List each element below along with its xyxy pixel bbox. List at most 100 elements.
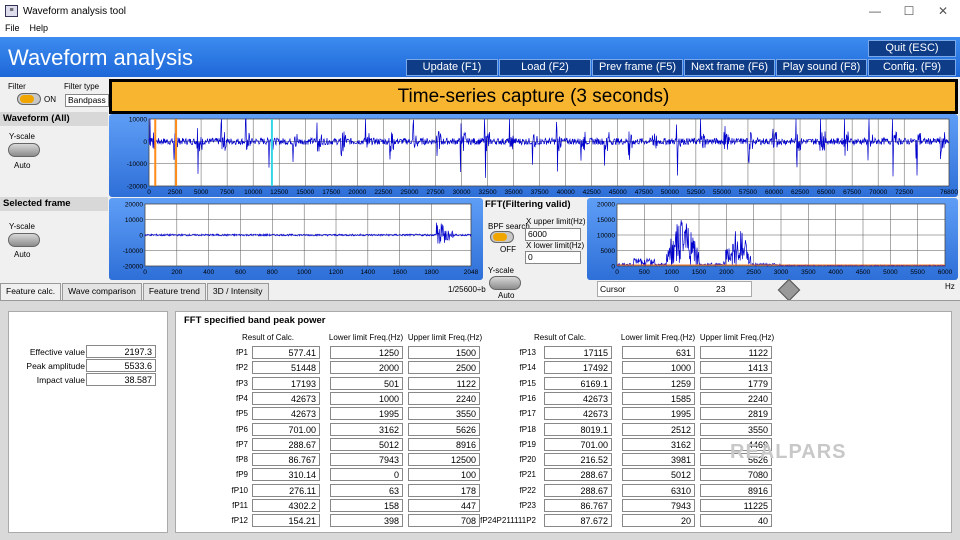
- x-upper-input[interactable]: 6000: [525, 228, 581, 241]
- x-tick-label: 5000: [194, 189, 209, 196]
- band-lower: 1000: [622, 361, 695, 375]
- config-button[interactable]: Config. (F9): [868, 59, 956, 76]
- band-label: fP3: [235, 378, 248, 388]
- filter-label: Filter: [8, 82, 26, 91]
- toggle-knob: [20, 95, 34, 103]
- menu-help[interactable]: Help: [25, 22, 54, 37]
- feature-row: Effective value 2197.3: [9, 345, 167, 359]
- x-tick-label: 5500: [910, 269, 925, 276]
- band-lower: 7943: [330, 453, 403, 467]
- band-result: 216.52: [544, 453, 612, 467]
- band-lower: 1995: [330, 407, 403, 421]
- next-frame-button[interactable]: Next frame (F6): [684, 59, 775, 76]
- feature-label: Impact value: [36, 375, 85, 385]
- band-lower: 20: [622, 514, 695, 528]
- band-result: 42673: [252, 407, 320, 421]
- title-bar: ≡ Waveform analysis tool — ☐ ✕: [0, 0, 960, 22]
- x-tick-label: 12500: [270, 189, 288, 196]
- band-upper: 1779: [700, 376, 772, 390]
- waveform-yscale-value: Auto: [14, 161, 31, 170]
- col-header-result: Result of Calc.: [533, 333, 587, 342]
- band-label: fP14: [519, 363, 536, 373]
- band-upper: 100: [408, 468, 480, 482]
- filter-toggle[interactable]: [17, 93, 41, 105]
- capture-banner: Time-series capture (3 seconds): [109, 79, 958, 114]
- waveform-all-svg: 0 2500 5000 7500 10000 12500 15000 17500 20000 22…: [127, 117, 958, 197]
- band-result: 87.672: [544, 514, 612, 528]
- app-icon: ≡: [5, 5, 18, 17]
- band-upper: 7080: [700, 468, 772, 482]
- maximize-icon[interactable]: ☐: [892, 0, 926, 22]
- x-tick-label: 2500: [746, 269, 761, 276]
- menu-file[interactable]: File: [0, 22, 25, 37]
- tab-3d-intensity[interactable]: 3D / Intensity: [206, 283, 269, 300]
- feature-values-box: Effective value 2197.3 Peak amplitude 55…: [8, 311, 168, 533]
- band-upper: 2500: [408, 361, 480, 375]
- x-tick-label: 42500: [583, 189, 601, 196]
- band-upper: 1500: [408, 346, 480, 359]
- x-tick-label: 2000: [719, 269, 734, 276]
- feature-label: Peak amplitude: [26, 361, 85, 371]
- y-tick-label: 10000: [129, 117, 147, 124]
- minimize-icon[interactable]: —: [858, 0, 892, 22]
- x-tick-label: 2500: [168, 189, 183, 196]
- tab-wave-comparison[interactable]: Wave comparison: [62, 283, 142, 300]
- x-tick-label: 5000: [883, 269, 898, 276]
- band-lower: 3981: [622, 453, 695, 467]
- feature-value: 5533.6: [86, 359, 156, 372]
- x-tick-label: 40000: [557, 189, 575, 196]
- band-result: 17492: [544, 361, 612, 375]
- band-upper: 447: [408, 499, 480, 512]
- x-tick-label: 500: [639, 269, 650, 276]
- filter-type-select[interactable]: Bandpass: [65, 94, 109, 107]
- band-lower: 5012: [330, 437, 403, 451]
- band-label: fP16: [519, 393, 536, 403]
- x-lower-input[interactable]: 0: [525, 251, 581, 264]
- band-label: fP17: [519, 409, 536, 419]
- x-tick-label: 57500: [739, 189, 757, 196]
- cursor-label: Cursor: [600, 284, 626, 294]
- x-tick-label: 76800: [940, 189, 958, 196]
- fft-yscale-knob[interactable]: [489, 276, 521, 290]
- waveform-all-chart: 0 2500 5000 7500 10000 12500 15000 17500 20000 22…: [109, 114, 958, 197]
- band-result: 4302.2: [252, 499, 320, 512]
- prev-frame-button[interactable]: Prev frame (F5): [592, 59, 683, 76]
- selected-frame-chart: 0 200 400 600 800 1000 1200 1400 1600 1800 2048 200…: [109, 198, 483, 280]
- cursor-move-icon[interactable]: [777, 278, 801, 302]
- y-tick-label: -10000: [123, 248, 144, 255]
- band-label: fP21: [519, 470, 536, 480]
- selected-yscale-knob[interactable]: [8, 233, 40, 247]
- bpf-search-toggle[interactable]: [490, 231, 514, 243]
- band-lower: 1995: [622, 407, 695, 421]
- feature-row: Impact value 38.587: [9, 373, 167, 387]
- tab-feature-trend[interactable]: Feature trend: [142, 283, 206, 300]
- band-upper: 8916: [700, 483, 772, 497]
- x-tick-label: 2048: [464, 269, 479, 276]
- band-lower: 398: [330, 514, 403, 528]
- band-upper: 3550: [700, 422, 772, 436]
- waveform-yscale-knob[interactable]: [8, 143, 40, 157]
- waveform-panel-title: Waveform (All): [0, 112, 108, 126]
- close-icon[interactable]: ✕: [926, 0, 960, 22]
- quit-button[interactable]: Quit (ESC): [868, 40, 956, 57]
- update-button[interactable]: Update (F1): [406, 59, 498, 76]
- x-tick-label: 22500: [374, 189, 392, 196]
- x-tick-label: 47500: [635, 189, 653, 196]
- band-label: fP4: [235, 393, 248, 403]
- band-label: fP9: [235, 470, 248, 480]
- bpf-search-state: OFF: [500, 245, 516, 254]
- band-result: 577.41: [252, 346, 320, 359]
- y-tick-label: 0: [611, 264, 615, 271]
- tab-feature-calc[interactable]: Feature calc.: [0, 283, 62, 300]
- band-upper: 11225: [700, 499, 772, 512]
- x-tick-label: 1000: [664, 269, 679, 276]
- x-tick-label: 1000: [297, 269, 312, 276]
- band-label: fP20: [519, 455, 536, 465]
- load-button[interactable]: Load (F2): [499, 59, 591, 76]
- y-tick-label: 10000: [125, 217, 143, 224]
- band-upper: 1122: [700, 346, 772, 359]
- band-lower: 2000: [330, 361, 403, 375]
- play-sound-button[interactable]: Play sound (F8): [776, 59, 867, 76]
- bpf-search-label: BPF search: [488, 222, 530, 231]
- feature-calc-content: Effective value 2197.3 Peak amplitude 55…: [0, 300, 960, 540]
